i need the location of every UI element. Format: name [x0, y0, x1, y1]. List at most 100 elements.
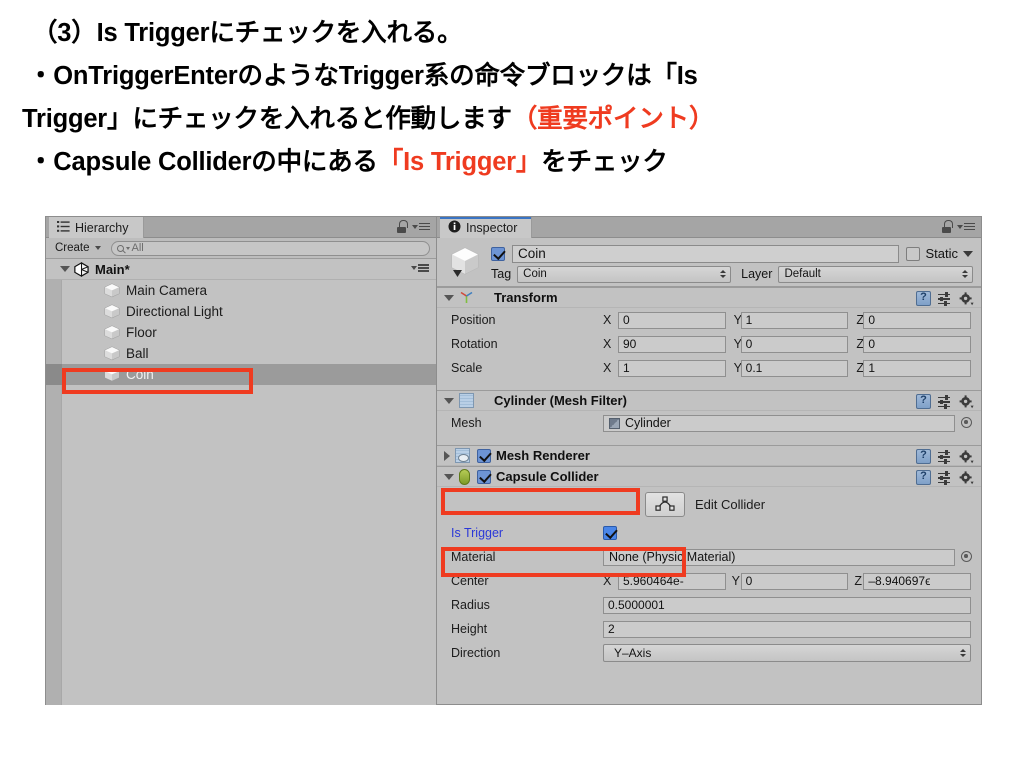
disclosure-triangle-icon[interactable]: [60, 266, 70, 272]
position-x-input[interactable]: 0: [618, 311, 726, 329]
unity-logo-icon: [74, 261, 89, 277]
position-z-input[interactable]: 0: [863, 311, 972, 329]
value: 5.960464e-: [623, 574, 684, 588]
axis-label-y: Y: [731, 574, 741, 588]
disclosure-triangle-icon[interactable]: [444, 397, 454, 404]
component-header-mesh-filter[interactable]: Cylinder (Mesh Filter): [437, 390, 981, 411]
vector3-input: X 5.960464e- Y 0 Z –8.940697ϵ: [603, 572, 981, 590]
help-icon[interactable]: [916, 291, 931, 306]
hierarchy-item-floor[interactable]: Floor: [46, 322, 436, 343]
scene-name-label: Main*: [95, 261, 130, 277]
rotation-z-input[interactable]: 0: [863, 335, 972, 353]
create-button[interactable]: Create: [51, 241, 106, 256]
disclosure-triangle-icon[interactable]: [444, 473, 454, 480]
caption-line-4-tail: をチェック: [541, 148, 668, 176]
value: 90: [623, 337, 637, 351]
chevron-down-icon: [94, 245, 101, 250]
gameobject-name-input[interactable]: Coin: [512, 244, 900, 263]
row-label: Position: [451, 313, 496, 327]
scene-root-row[interactable]: Main*: [46, 259, 436, 280]
hierarchy-item-directional-light[interactable]: Directional Light: [46, 301, 436, 322]
value: –8.940697ϵ: [868, 574, 931, 588]
inspector-panel: Inspector Coin Static Tag Coin Layer Def…: [437, 216, 982, 705]
row-label: Direction: [451, 646, 501, 660]
caption-line-3-emphasis: （重要ポイント）: [511, 105, 715, 133]
gameobject-cube-icon: [104, 367, 120, 382]
axis-label-z: Z: [854, 574, 862, 588]
gear-icon[interactable]: [959, 470, 974, 485]
object-picker-icon[interactable]: [961, 551, 972, 562]
scale-z-input[interactable]: 1: [863, 359, 972, 377]
lock-icon[interactable]: [396, 220, 408, 233]
mesh-value: Cylinder: [625, 416, 671, 430]
is-trigger-checkbox[interactable]: [603, 526, 617, 540]
material-row: Material None (Physic Material): [437, 545, 981, 569]
tag-dropdown[interactable]: Coin: [517, 265, 732, 283]
layer-dropdown[interactable]: Default: [778, 265, 973, 283]
help-icon[interactable]: [916, 470, 931, 485]
static-checkbox[interactable]: [906, 246, 921, 261]
scale-y-input[interactable]: 0.1: [740, 359, 849, 377]
object-picker-icon[interactable]: [961, 417, 972, 428]
component-header-capsule-collider[interactable]: Capsule Collider: [437, 466, 981, 487]
gameobject-cube-icon: [448, 245, 482, 279]
gear-icon[interactable]: [959, 449, 974, 464]
gameobject-enabled-checkbox[interactable]: [491, 246, 505, 261]
value: 1: [868, 361, 876, 375]
gear-icon[interactable]: [959, 394, 974, 409]
scene-context-menu-icon[interactable]: [411, 264, 429, 272]
help-icon[interactable]: [916, 449, 931, 464]
disclosure-triangle-icon[interactable]: [444, 294, 454, 301]
axis-label-x: X: [603, 361, 612, 375]
edit-collider-button[interactable]: [645, 491, 685, 517]
static-toggle[interactable]: Static: [906, 246, 973, 261]
component-header-mesh-renderer[interactable]: Mesh Renderer: [437, 445, 981, 466]
mesh-object-field[interactable]: Cylinder: [603, 414, 955, 432]
panel-menu-icon[interactable]: [957, 222, 975, 231]
scale-x-input[interactable]: 1: [618, 359, 726, 377]
gameobject-name-value: Coin: [518, 246, 546, 261]
gear-icon[interactable]: [959, 291, 974, 306]
tag-value: Coin: [523, 268, 547, 280]
center-x-input[interactable]: 5.960464e-: [618, 572, 726, 590]
chevron-down-icon[interactable]: [963, 250, 973, 257]
preset-icon[interactable]: [938, 395, 952, 409]
radius-input[interactable]: 0.5000001: [603, 596, 971, 614]
height-input[interactable]: 2: [603, 620, 971, 638]
info-icon: [448, 220, 461, 236]
center-y-input[interactable]: 0: [740, 572, 849, 590]
axis-label-y: Y: [733, 361, 743, 375]
help-icon[interactable]: [916, 394, 931, 409]
tab-inspector[interactable]: Inspector: [440, 217, 533, 238]
direction-dropdown[interactable]: Y–Axis: [603, 644, 971, 662]
preset-icon[interactable]: [938, 450, 952, 464]
lock-icon[interactable]: [941, 220, 953, 233]
physic-material-field[interactable]: None (Physic Material): [603, 548, 955, 566]
position-y-input[interactable]: 1: [740, 311, 849, 329]
preset-icon[interactable]: [938, 471, 952, 485]
mesh-renderer-enabled-checkbox[interactable]: [477, 448, 491, 463]
capsule-collider-enabled-checkbox[interactable]: [477, 469, 491, 484]
hierarchy-item-ball[interactable]: Ball: [46, 343, 436, 364]
rotation-x-input[interactable]: 90: [618, 335, 726, 353]
capsule-collider-icon: [459, 468, 470, 485]
center-z-input[interactable]: –8.940697ϵ: [863, 572, 972, 590]
mesh-renderer-icon: [455, 448, 470, 463]
search-input[interactable]: All: [110, 240, 430, 256]
preset-icon[interactable]: [938, 292, 952, 306]
panel-menu-icon[interactable]: [412, 222, 430, 231]
disclosure-triangle-icon[interactable]: [444, 450, 450, 461]
axis-label-x: X: [603, 574, 612, 588]
gameobject-cube-icon: [104, 325, 120, 340]
hierarchy-item-label: Floor: [126, 325, 157, 340]
component-header-icons: [916, 291, 974, 306]
tab-hierarchy[interactable]: Hierarchy: [49, 217, 144, 238]
hierarchy-item-label: Directional Light: [126, 304, 223, 319]
hierarchy-item-main-camera[interactable]: Main Camera: [46, 280, 436, 301]
component-header-icons: [916, 470, 974, 485]
rotation-y-input[interactable]: 0: [740, 335, 849, 353]
component-header-transform[interactable]: Transform: [437, 287, 981, 308]
radius-row: Radius 0.5000001: [437, 593, 981, 617]
gameobject-header: Coin Static Tag Coin Layer Default: [437, 238, 981, 287]
hierarchy-item-coin[interactable]: Coin: [46, 364, 436, 385]
